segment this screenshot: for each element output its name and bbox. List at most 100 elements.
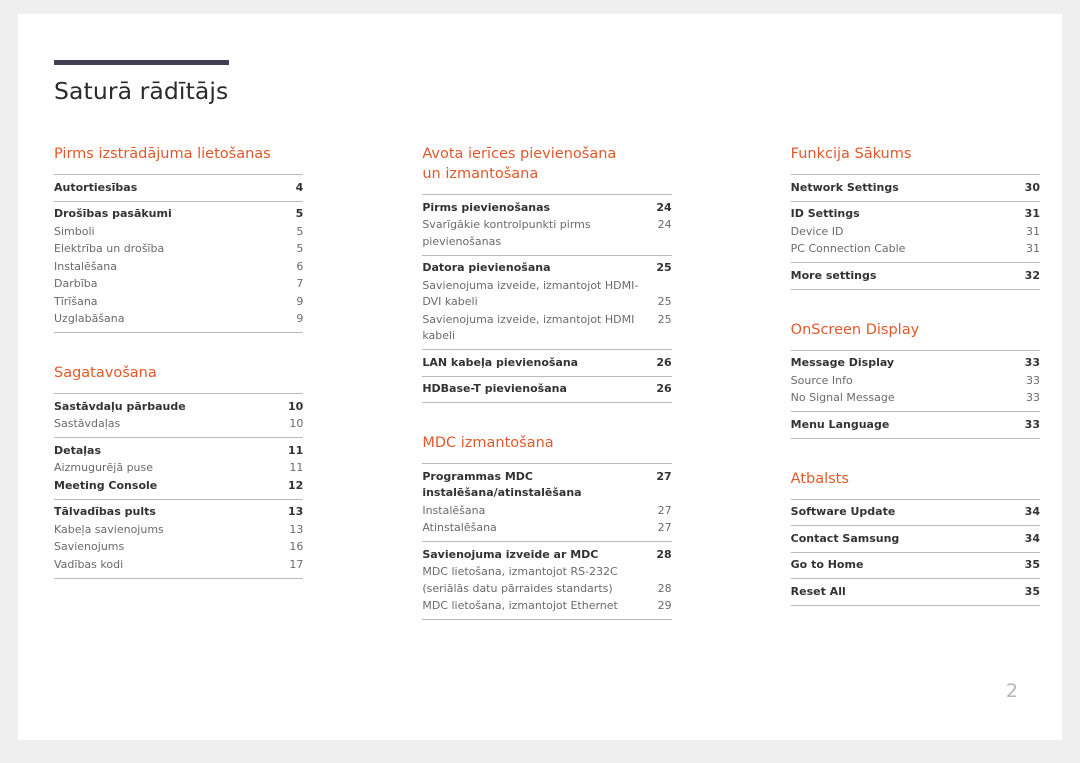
toc-entry-page-number: 5 [295,207,304,220]
toc-entry-page-number: 27 [657,521,672,534]
page-title: Saturā rādītājs [54,77,229,105]
toc-entry[interactable]: Kabeļa savienojums 13 [54,521,303,539]
toc-entry[interactable]: Go to Home 35 [791,557,1040,575]
toc-entry[interactable]: Savienojums 16 [54,539,303,557]
toc-group: Message Display 33 Source Info 33 No Signal … [790,349,1040,412]
toc-section: Sagatavošana Sastāvdaļu pārbaude 10 Sastāvd… [54,363,304,579]
toc-entry-label: Programmas MDC instalēšana/atinstalēšana [422,469,582,500]
toc-entry[interactable]: Device ID 31 [791,223,1040,241]
toc-entry[interactable]: Datora pievienošana 25 [422,260,671,278]
toc-entry[interactable]: Simboli 5 [54,223,303,241]
toc-entry[interactable]: Darbība 7 [54,276,303,294]
toc-entry-page-number: 33 [1025,391,1040,404]
toc-entry-label: Elektrība un drošība [54,242,165,255]
toc-entry-page-number: 12 [288,478,304,492]
toc-entry-label: More settings [790,268,877,282]
toc-entry-page-number: 17 [289,557,304,571]
toc-entry[interactable]: Svarīgākie kontrolpunkti pirms pievienoš… [422,217,671,251]
toc-entry-label: Go to Home [790,558,864,571]
toc-group: Programmas MDC instalēšana/atinstalēšana… [422,463,672,541]
toc-entry[interactable]: Tīrīšana 9 [54,293,303,311]
toc-group: Contact Samsung 34 [790,525,1040,552]
toc-entry[interactable]: Programmas MDC instalēšana/atinstalēšana… [422,468,671,502]
toc-group: Savienojuma izveide ar MDC 28 MDC lietošan… [422,541,672,620]
toc-group: Datora pievienošana 25 Savienojuma izveide… [422,254,672,350]
toc-entry-label: No Signal Message [790,391,895,404]
toc-entry-page-number: 31 [1024,207,1040,220]
toc-column-1: Pirms izstrādājuma lietošanas Autortiesīb… [54,144,304,620]
toc-entry[interactable]: Uzglabāšana 9 [54,311,303,329]
toc-entry[interactable]: Atinstalēšana 27 [422,520,671,538]
toc-entry[interactable]: No Signal Message 33 [791,390,1040,408]
toc-entry-label: Device ID [790,224,844,238]
toc-entry[interactable]: Savienojuma izveide, izmantojot HDMI-DVI… [422,277,671,311]
toc-entry[interactable]: Detaļas 11 [54,442,303,460]
toc-entry-page-number: 10 [288,399,304,413]
section-heading: Atbalsts [790,470,849,487]
toc-entry[interactable]: Sastāvdaļu pārbaude 10 [54,398,303,416]
toc-entry[interactable]: Vadības kodi 17 [54,556,303,574]
toc-section: Funkcija Sākums Network Settings 30 ID Sett… [790,144,1040,290]
toc-group: ID Settings 31 Device ID 31 PC Connection Ca… [790,200,1040,263]
toc-entry-label: Source Info [790,373,853,387]
toc-entry[interactable]: Network Settings 30 [791,179,1040,197]
toc-entry-page-number: 35 [1024,558,1040,571]
toc-entry[interactable]: Reset All 35 [791,583,1040,601]
section-heading: Pirms izstrādājuma lietošanas [54,146,271,162]
toc-entry[interactable]: Savienojuma izveide, izmantojot HDMI kab… [422,311,671,345]
page-number: 2 [1005,680,1018,702]
toc-entry[interactable]: Source Info 33 [791,372,1040,390]
toc-entry[interactable]: Savienojuma izveide ar MDC 28 [422,546,671,564]
toc-group: HDBase-T pievienošana 26 [422,375,672,403]
toc-entry[interactable]: MDC lietošana, izmantojot RS-232C (seriā… [422,564,671,598]
toc-entry[interactable]: Message Display 33 [791,355,1040,373]
toc-entry[interactable]: Pirms pievienošanas 24 [422,199,671,217]
toc-entry-label: Detaļas [54,443,102,457]
toc-entry-label: Savienojuma izveide ar MDC [422,547,599,561]
toc-entry-page-number: 5 [296,224,304,238]
toc-entry-page-number: 27 [657,503,672,517]
toc-entry-label: Instalēšana [54,259,118,273]
toc-entry-page-number: 25 [657,295,672,308]
toc-entry[interactable]: Contact Samsung 34 [791,530,1040,548]
toc-entry[interactable]: Meeting Console 12 [54,477,303,495]
toc-entry[interactable]: Software Update 34 [791,504,1040,522]
toc-entry-page-number: 24 [657,218,672,231]
toc-entry-page-number: 9 [296,312,304,325]
toc-entry-label: Menu Language [790,417,890,431]
toc-entry[interactable]: Autortiesības 4 [54,179,303,197]
toc-entry-label: HDBase-T pievienošana [422,382,567,395]
toc-entry-page-number: 11 [288,443,304,457]
toc-entry[interactable]: Instalēšana 27 [422,502,671,520]
toc-entry-page-number: 33 [1024,417,1040,431]
toc-entry-page-number: 31 [1025,224,1040,238]
toc-entry[interactable]: Drošības pasākumi 5 [54,206,303,224]
toc-entry-label: Tālvadības pults [54,505,156,518]
toc-entry[interactable]: ID Settings 31 [791,206,1040,224]
toc-entry-page-number: 35 [1024,584,1040,598]
toc-entry-page-number: 28 [656,547,672,561]
toc-columns: Pirms izstrādājuma lietošanas Autortiesīb… [54,144,1040,620]
toc-entry-label: Meeting Console [54,478,158,492]
toc-entry-label: Vadības kodi [54,557,124,571]
document-page: Saturā rādītājs Pirms izstrādājuma lieto… [18,14,1062,740]
toc-entry[interactable]: Sastāvdaļas 10 [54,416,303,434]
toc-entry-label: Tīrīšana [54,294,98,308]
toc-entry-label: Software Update [790,505,896,518]
toc-entry[interactable]: More settings 32 [791,267,1040,285]
toc-entry[interactable]: Elektrība un drošība 5 [54,241,303,259]
toc-entry[interactable]: PC Connection Cable 31 [791,241,1040,259]
toc-entry[interactable]: Instalēšana 6 [54,258,303,276]
toc-entry-page-number: 28 [657,581,672,595]
toc-group: More settings 32 [790,262,1040,290]
toc-entry[interactable]: Aizmugurējā puse 11 [54,460,303,478]
toc-entry-page-number: 29 [657,599,672,612]
toc-entry-label: Simboli [54,224,95,238]
toc-section: Pirms izstrādājuma lietošanas Autortiesīb… [54,144,304,333]
toc-entry-label: MDC lietošana, izmantojot Ethernet [422,599,618,612]
toc-entry[interactable]: LAN kabeļa pievienošana 26 [422,354,671,372]
toc-entry[interactable]: MDC lietošana, izmantojot Ethernet 29 [422,598,671,616]
toc-entry[interactable]: Menu Language 33 [791,416,1040,434]
toc-entry[interactable]: Tālvadības pults 13 [54,504,303,522]
toc-entry[interactable]: HDBase-T pievienošana 26 [422,381,671,399]
